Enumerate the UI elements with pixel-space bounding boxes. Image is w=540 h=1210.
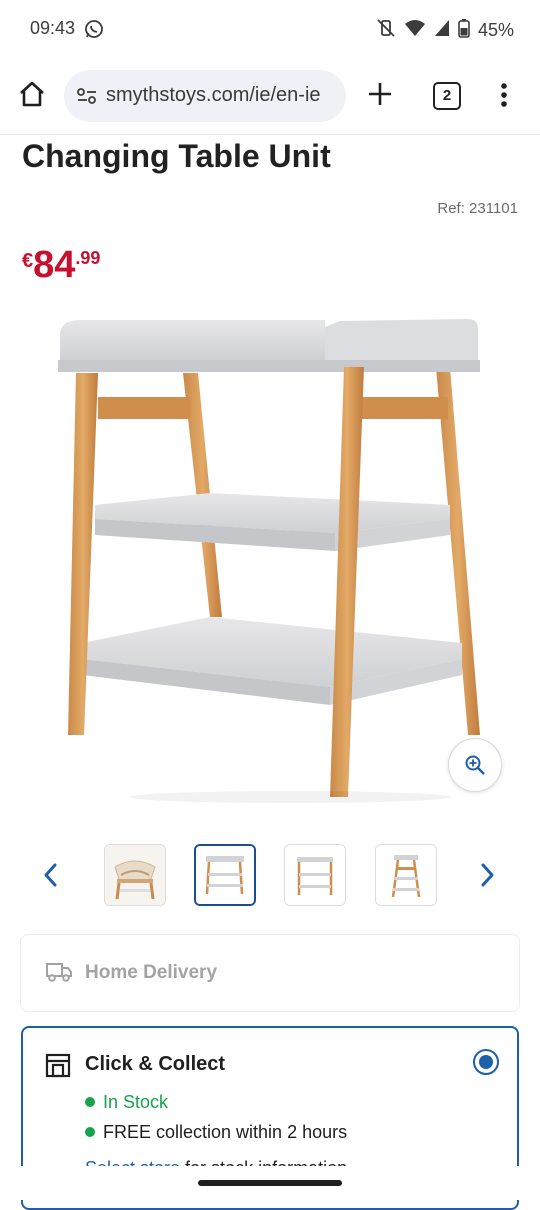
click-collect-label: Click & Collect xyxy=(85,1053,226,1075)
wifi-icon xyxy=(404,19,426,42)
browser-toolbar: smythstoys.com/ie/en-ie 2 xyxy=(0,58,540,135)
more-menu-icon[interactable] xyxy=(500,82,508,113)
carousel-next-icon[interactable] xyxy=(478,862,496,893)
url-text[interactable]: smythstoys.com/ie/en-ie xyxy=(106,84,338,107)
thumbnail-3[interactable] xyxy=(284,844,346,906)
vibrate-off-icon xyxy=(376,18,396,43)
truck-icon xyxy=(45,961,73,988)
store-icon xyxy=(45,1052,71,1083)
thumbnail-4[interactable] xyxy=(375,844,437,906)
free-collection-info: FREE collection within 2 hours xyxy=(85,1122,347,1143)
whatsapp-icon xyxy=(84,19,104,44)
zoom-button[interactable] xyxy=(448,738,502,792)
new-tab-icon[interactable] xyxy=(366,80,394,113)
address-bar[interactable]: smythstoys.com/ie/en-ie xyxy=(64,70,346,122)
home-delivery-option[interactable]: Home Delivery xyxy=(20,934,520,1012)
home-icon[interactable] xyxy=(16,78,48,110)
product-image[interactable] xyxy=(50,305,490,805)
price-currency: € xyxy=(22,250,34,272)
status-time: 09:43 xyxy=(30,18,76,38)
collection-dot-icon xyxy=(85,1127,95,1138)
thumbnail-1[interactable] xyxy=(104,844,166,906)
click-collect-radio[interactable] xyxy=(473,1049,499,1075)
gesture-handle[interactable] xyxy=(198,1180,342,1186)
carousel-prev-icon[interactable] xyxy=(42,862,60,893)
battery-icon xyxy=(458,18,470,43)
stock-status: In Stock xyxy=(85,1092,168,1113)
signal-icon xyxy=(434,19,450,42)
thumbnail-carousel xyxy=(0,844,540,908)
status-bar: 09:43 45% xyxy=(0,0,540,58)
thumbnail-2[interactable] xyxy=(194,844,256,906)
stock-dot-icon xyxy=(85,1097,95,1108)
free-collection-text: FREE collection within 2 hours xyxy=(103,1122,348,1142)
price-decimal: .99 xyxy=(75,248,101,268)
site-settings-icon[interactable] xyxy=(76,86,98,111)
stock-status-text: In Stock xyxy=(103,1092,169,1112)
tab-switcher-button[interactable]: 2 xyxy=(433,82,461,110)
product-title: Changing Table Unit xyxy=(22,138,331,174)
product-ref: Ref: 231101 xyxy=(437,200,518,217)
product-price: €84.99 xyxy=(22,244,100,287)
battery-percent: 45% xyxy=(477,20,514,40)
price-main: 84 xyxy=(33,244,76,286)
home-delivery-label: Home Delivery xyxy=(85,962,218,983)
